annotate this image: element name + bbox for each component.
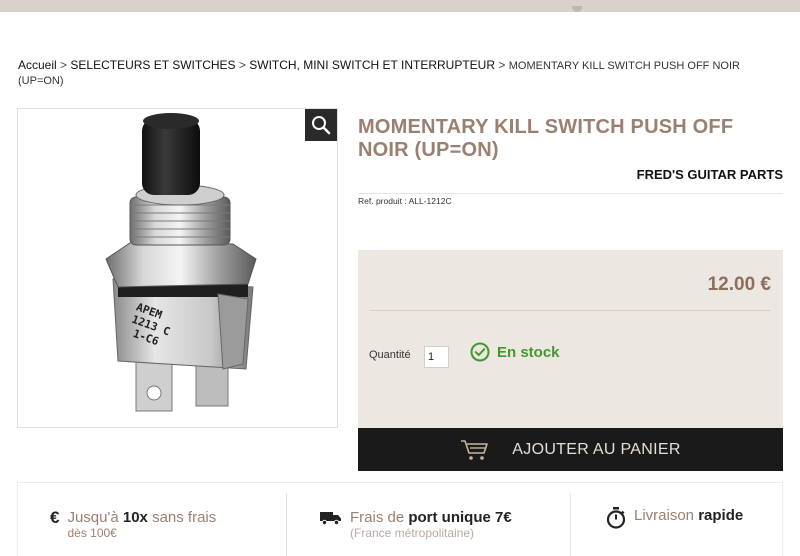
add-to-cart-label: AJOUTER AU PANIER [512, 440, 681, 458]
breadcrumb-home-link[interactable]: Accueil [18, 58, 57, 72]
cart-icon [461, 439, 489, 460]
feature-delivery-text: Livraison rapide [634, 507, 744, 524]
ref-value: ALL-1212C [408, 196, 452, 206]
feature-payment-sub: dès 100€ [67, 526, 117, 540]
stock-status: En stock [470, 342, 560, 362]
zoom-button[interactable] [305, 109, 337, 141]
feature-shipping-text: Frais de port unique 7€ [350, 509, 512, 526]
product-image[interactable]: APEM 1213 C 1-C6 [17, 108, 338, 428]
feature-delivery: Livraison rapide [606, 507, 743, 529]
breadcrumb-category-link[interactable]: SELECTEURS ET SWITCHES [70, 58, 235, 72]
top-bar-notch [572, 6, 582, 12]
quantity-input[interactable] [424, 346, 449, 368]
breadcrumb: Accueil > SELECTEURS ET SWITCHES > SWITC… [18, 58, 778, 88]
ref-label: Ref. produit : [358, 196, 407, 206]
feature-separator [286, 493, 287, 556]
breadcrumb-separator: > [238, 58, 246, 72]
title-divider [358, 193, 783, 194]
brand-link[interactable]: FRED'S GUITAR PARTS [637, 167, 783, 182]
breadcrumb-separator: > [60, 58, 68, 72]
magnifier-icon [312, 116, 331, 135]
feature-separator [570, 493, 571, 556]
features-bar: € Jusqu'à 10x sans frais dès 100€ Frais … [17, 482, 783, 556]
stopwatch-icon [606, 507, 626, 529]
top-bar [0, 0, 800, 12]
euro-icon: € [50, 508, 60, 527]
feature-shipping: Frais de port unique 7€ (France métropol… [320, 509, 512, 540]
product-price: 12.00 € [707, 274, 771, 295]
purchase-box: 12.00 € Quantité En stock [358, 250, 783, 428]
feature-payment-text: Jusqu'à 10x sans frais [67, 509, 217, 526]
feature-payment: € Jusqu'à 10x sans frais dès 100€ [50, 509, 216, 540]
price-divider [370, 310, 771, 311]
quantity-label: Quantité [369, 349, 411, 361]
breadcrumb-separator: > [498, 58, 506, 72]
add-to-cart-button[interactable]: AJOUTER AU PANIER [358, 428, 783, 471]
product-reference: Ref. produit : ALL-1212C [358, 196, 452, 206]
check-circle-icon [470, 342, 490, 362]
product-title: MOMENTARY KILL SWITCH PUSH OFF NOIR (UP=… [358, 116, 734, 161]
stock-status-text: En stock [497, 343, 560, 361]
switch-photo: APEM 1213 C 1-C6 [105, 113, 257, 412]
feature-shipping-sub: (France métropolitaine) [350, 526, 475, 540]
truck-icon [320, 512, 341, 526]
breadcrumb-subcategory-link[interactable]: SWITCH, MINI SWITCH ET INTERRUPTEUR [249, 58, 495, 72]
